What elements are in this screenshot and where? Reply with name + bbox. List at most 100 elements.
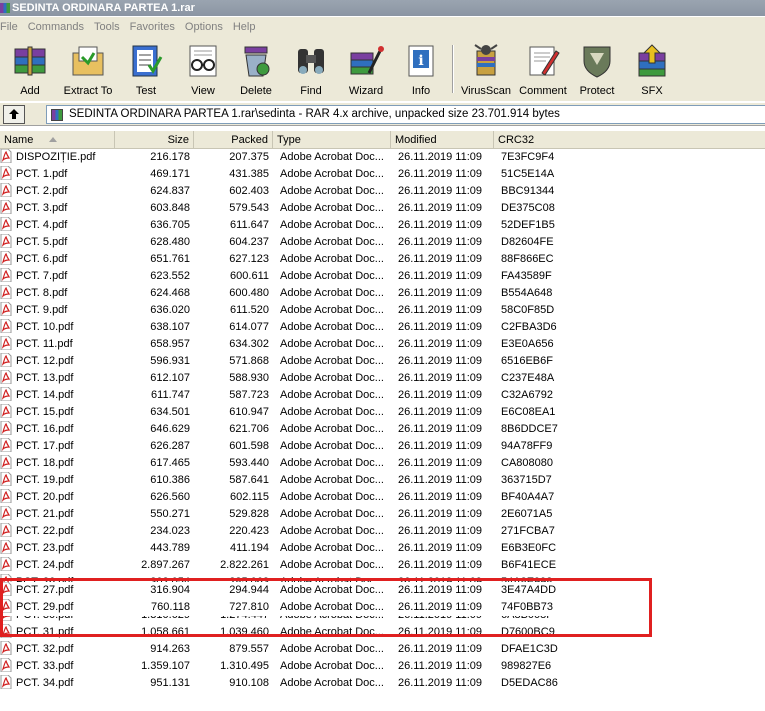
up-folder-button[interactable]: [3, 105, 25, 124]
file-name-text: PCT. 20.pdf: [16, 491, 74, 503]
file-row[interactable]: PCT. 29.pdf 760.118 727.810 Adobe Acrobat D…: [0, 599, 765, 616]
menu-favorites[interactable]: Favorites: [126, 17, 181, 37]
file-name-text: PCT. 14.pdf: [16, 389, 74, 401]
pdf-file-icon: [0, 455, 12, 470]
file-size: 216.178: [150, 151, 190, 163]
file-row[interactable]: PCT. 17.pdf 626.287 601.598 Adobe Acrobat D…: [0, 438, 765, 455]
comment-pen-icon: [529, 46, 560, 76]
file-modified: 26.11.2019 11:09: [398, 236, 483, 248]
file-row[interactable]: PCT. 34.pdf 951.131 910.108 Adobe Acrobat D…: [0, 675, 765, 692]
menu-commands[interactable]: Commands: [24, 17, 90, 37]
menu-tools[interactable]: Tools: [90, 17, 126, 37]
file-type: Adobe Acrobat Doc...: [280, 677, 384, 689]
virusscan-button[interactable]: VirusScan: [458, 41, 514, 99]
menu-file[interactable]: File: [0, 17, 24, 37]
file-name: PCT. 24.pdf: [0, 557, 115, 574]
file-row[interactable]: PCT. 18.pdf 617.465 593.440 Adobe Acrobat D…: [0, 455, 765, 472]
file-row[interactable]: PCT. 27.pdf 316.904 294.944 Adobe Acrobat D…: [0, 582, 765, 599]
menu-options[interactable]: Options: [181, 17, 229, 37]
pdf-file-icon: [0, 404, 12, 419]
file-crc32: C237E48A: [501, 372, 555, 384]
test-button[interactable]: Test: [118, 41, 174, 99]
file-row[interactable]: PCT. 6.pdf 651.761 627.123 Adobe Acrobat Do…: [0, 251, 765, 268]
file-row[interactable]: PCT. 23.pdf 443.789 411.194 Adobe Acrobat D…: [0, 540, 765, 557]
file-row[interactable]: DISPOZIȚIE.pdf 216.178 207.375 Adobe Acroba…: [0, 149, 765, 166]
column-header-size[interactable]: Size: [115, 131, 194, 149]
file-size: 914.263: [150, 643, 190, 655]
title-bar[interactable]: SEDINTA ORDINARA PARTEA 1.rar: [0, 0, 765, 16]
file-row[interactable]: PCT. 5.pdf 628.480 604.237 Adobe Acrobat Do…: [0, 234, 765, 251]
file-packed: 1.274.447: [194, 616, 273, 624]
file-packed: 600.480: [229, 287, 269, 299]
file-name: PCT. 23.pdf: [0, 540, 115, 557]
file-row[interactable]: PCT. 4.pdf 636.705 611.647 Adobe Acrobat Do…: [0, 217, 765, 234]
file-row[interactable]: PCT. 24.pdf 2.897.267 2.822.261 Adobe Acrob…: [0, 557, 765, 574]
file-row[interactable]: PCT. 21.pdf 550.271 529.828 Adobe Acrobat D…: [0, 506, 765, 523]
file-name: PCT. 31.pdf: [0, 624, 115, 641]
file-row[interactable]: PCT. 1.pdf 469.171 431.385 Adobe Acrobat Do…: [0, 166, 765, 183]
file-modified: 26.11.2019 11:09: [398, 584, 483, 596]
file-size: 1.359.107: [141, 660, 190, 672]
file-name: PCT. 20.pdf: [0, 489, 115, 506]
file-name-text: PCT. 30.pdf: [16, 616, 73, 621]
file-row[interactable]: PCT. 19.pdf 610.386 587.641 Adobe Acrobat D…: [0, 472, 765, 489]
file-name-text: PCT. 2.pdf: [16, 185, 68, 197]
file-row[interactable]: PCT. 26.pdf 302.054 285.063 Adobe Acrobat D…: [0, 574, 765, 582]
file-modified: 26.11.2019 11:09: [398, 202, 483, 214]
file-packed: 602.403: [229, 185, 269, 197]
pdf-file-icon: [0, 540, 12, 555]
file-crc32: 88F866EC: [501, 253, 554, 265]
column-header-packed[interactable]: Packed: [194, 131, 273, 149]
file-type: Adobe Acrobat Doc...: [280, 338, 384, 350]
file-name-text: PCT. 8.pdf: [16, 287, 68, 299]
info-button[interactable]: i Info: [393, 41, 449, 99]
path-field[interactable]: SEDINTA ORDINARA PARTEA 1.rar\sedinta - …: [46, 105, 765, 124]
column-header-modified[interactable]: Modified: [391, 131, 494, 149]
file-row[interactable]: PCT. 30.pdf 1.310.6291.274.447Adobe Acrob…: [0, 616, 765, 624]
column-header-type[interactable]: Type: [273, 131, 391, 149]
file-size: 623.552: [150, 270, 190, 282]
file-row[interactable]: PCT. 31.pdf 1.058.661 1.039.460 Adobe Acrob…: [0, 624, 765, 641]
file-row[interactable]: PCT. 20.pdf 626.560 602.115 Adobe Acrobat D…: [0, 489, 765, 506]
file-row[interactable]: PCT. 13.pdf 612.107 588.930 Adobe Acrobat D…: [0, 370, 765, 387]
file-type: Adobe Acrobat Doc...: [280, 474, 384, 486]
file-row[interactable]: PCT. 14.pdf 611.747 587.723 Adobe Acrobat D…: [0, 387, 765, 404]
pdf-file-icon: [0, 149, 12, 164]
file-row[interactable]: PCT. 15.pdf 634.501 610.947 Adobe Acrobat D…: [0, 404, 765, 421]
file-row[interactable]: PCT. 33.pdf 1.359.107 1.310.495 Adobe Acrob…: [0, 658, 765, 675]
file-row[interactable]: PCT. 7.pdf 623.552 600.611 Adobe Acrobat Do…: [0, 268, 765, 285]
file-row[interactable]: PCT. 12.pdf 596.931 571.868 Adobe Acrobat D…: [0, 353, 765, 370]
file-type: Adobe Acrobat Doc...: [280, 626, 384, 638]
file-name: PCT. 32.pdf: [0, 641, 115, 658]
file-name: PCT. 9.pdf: [0, 302, 115, 319]
extract-to-button[interactable]: Extract To: [60, 41, 116, 99]
file-type: Adobe Acrobat Doc...: [280, 559, 384, 571]
file-name-text: PCT. 32.pdf: [16, 643, 74, 655]
file-type: Adobe Acrobat Doc...: [280, 236, 384, 248]
file-row[interactable]: PCT. 9.pdf 636.020 611.520 Adobe Acrobat Do…: [0, 302, 765, 319]
sort-ascending-icon: [49, 137, 58, 142]
sfx-button[interactable]: SFX: [624, 41, 680, 99]
file-name: DISPOZIȚIE.pdf: [0, 149, 115, 166]
test-checklist-icon: [132, 45, 163, 77]
file-crc32: D82604FE: [501, 236, 554, 248]
column-header-crc32[interactable]: CRC32: [494, 131, 765, 149]
pdf-file-icon: [0, 200, 12, 215]
file-row[interactable]: PCT. 11.pdf 658.957 634.302 Adobe Acrobat D…: [0, 336, 765, 353]
file-crc32: BF40A4A7: [501, 491, 555, 503]
file-name: PCT. 27.pdf: [0, 582, 115, 599]
file-row[interactable]: PCT. 16.pdf 646.629 621.706 Adobe Acrobat D…: [0, 421, 765, 438]
menu-help[interactable]: Help: [229, 17, 262, 37]
file-modified: 26.11.2019 11:09: [398, 253, 483, 265]
file-row[interactable]: PCT. 2.pdf 624.837 602.403 Adobe Acrobat Do…: [0, 183, 765, 200]
file-row[interactable]: PCT. 3.pdf 603.848 579.543 Adobe Acrobat Do…: [0, 200, 765, 217]
file-modified: 26.11.2019 11:09: [398, 219, 483, 231]
file-row[interactable]: PCT. 22.pdf 234.023 220.423 Adobe Acrobat D…: [0, 523, 765, 540]
add-button[interactable]: Add: [2, 41, 58, 99]
file-row[interactable]: PCT. 8.pdf 624.468 600.480 Adobe Acrobat Do…: [0, 285, 765, 302]
pdf-file-icon: [0, 438, 12, 453]
pdf-file-icon: [0, 251, 12, 266]
file-row[interactable]: PCT. 10.pdf 638.107 614.077 Adobe Acrobat D…: [0, 319, 765, 336]
column-header-name[interactable]: Name: [0, 131, 115, 149]
file-row[interactable]: PCT. 32.pdf 914.263 879.557 Adobe Acrobat D…: [0, 641, 765, 658]
